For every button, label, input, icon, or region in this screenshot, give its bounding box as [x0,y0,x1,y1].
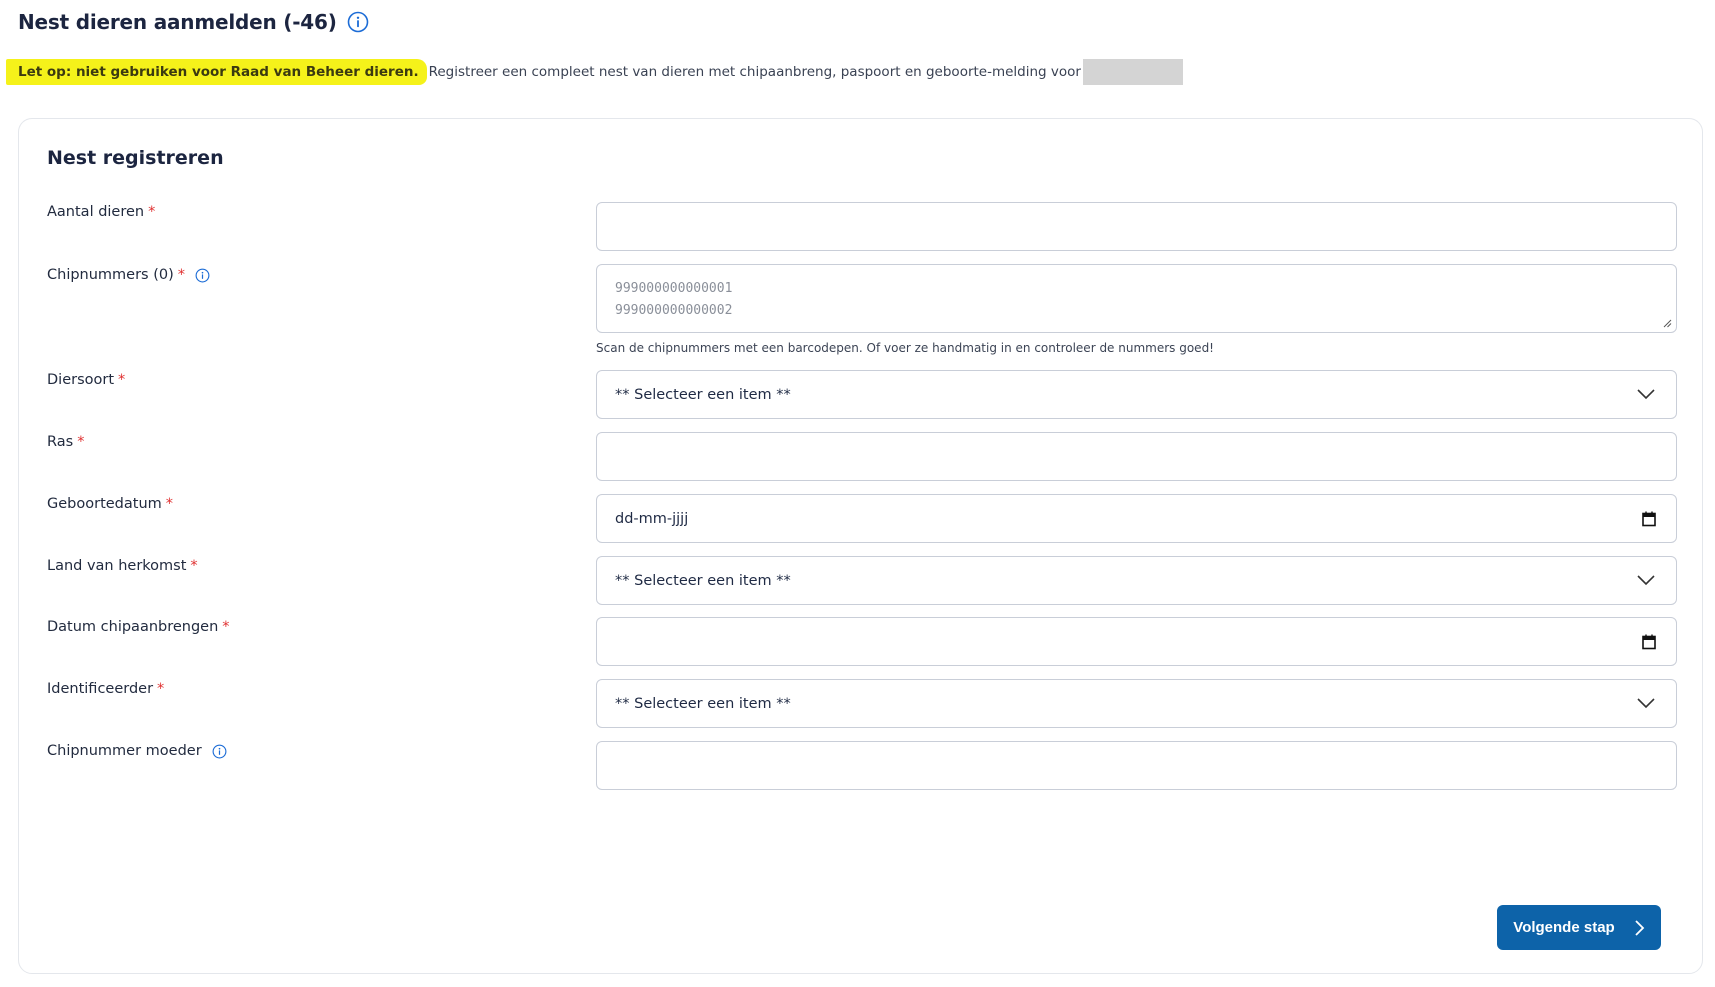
card-title: Nest registreren [47,147,224,169]
required-marker: * [190,558,198,574]
required-marker: * [165,496,174,512]
nest-registration-card: Nest registreren Aantal dieren * Chipnum… [18,118,1703,974]
date-placeholder: dd-mm-jjjj [615,510,689,527]
label-text: Geboortedatum [47,496,162,512]
land-label: Land van herkomst * [47,558,198,574]
required-marker: * [77,434,85,450]
calendar-icon[interactable] [1642,511,1656,527]
label-text: Chipnummer moeder [47,743,202,759]
select-value: ** Selecteer een item ** [615,572,791,589]
placeholder-line: 999000000000001 [615,281,733,296]
chevron-down-icon [1637,698,1655,709]
chipnummers-hint: Scan de chipnummers met een barcodepen. … [596,341,1214,355]
aantal-dieren-label: Aantal dieren * [47,204,155,220]
aantal-dieren-input[interactable] [596,202,1677,251]
notice-warning: Let op: niet gebruiken voor Raad van Beh… [6,59,427,85]
diersoort-label: Diersoort * [47,372,125,388]
required-marker: * [157,681,165,697]
geboortedatum-label: Geboortedatum * [47,496,173,512]
page-title: Nest dieren aanmelden (-46) [18,10,337,34]
land-select[interactable]: ** Selecteer een item ** [596,556,1677,605]
label-text: Chipnummers (0) [47,267,174,283]
diersoort-select[interactable]: ** Selecteer een item ** [596,370,1677,419]
next-step-label: Volgende stap [1513,919,1615,936]
identificeerder-label: Identificeerder * [47,681,164,697]
notice-description: Registreer een compleet nest van dieren … [428,64,1081,80]
notice-banner: Let op: niet gebruiken voor Raad van Beh… [6,57,1183,87]
info-icon[interactable] [195,268,210,283]
redacted-block [1082,59,1183,85]
geboortedatum-date-input[interactable]: dd-mm-jjjj [596,494,1677,543]
label-text: Ras [47,434,74,450]
select-value: ** Selecteer een item ** [615,386,791,403]
info-icon[interactable] [347,11,369,33]
identificeerder-select[interactable]: ** Selecteer een item ** [596,679,1677,728]
chevron-right-icon [1635,919,1644,936]
chip-moeder-input[interactable] [596,741,1677,790]
required-marker: * [222,619,230,635]
chipnummers-label: Chipnummers (0) * [47,267,210,283]
select-value: ** Selecteer een item ** [615,695,791,712]
chevron-down-icon [1637,389,1655,400]
label-text: Identificeerder [47,681,154,697]
label-text: Datum chipaanbrengen [47,619,219,635]
required-marker: * [148,204,156,220]
placeholder-line: 999000000000002 [615,303,733,318]
ras-input[interactable] [596,432,1677,481]
label-text: Diersoort [47,372,115,388]
label-text: Land van herkomst [47,558,187,574]
calendar-icon[interactable] [1642,634,1656,650]
required-marker: * [118,372,126,388]
chipnummers-textarea[interactable]: 999000000000001 999000000000002 [596,264,1677,333]
datum-chip-date-input[interactable] [596,617,1677,666]
label-text: Aantal dieren [47,204,145,220]
next-step-button[interactable]: Volgende stap [1497,905,1661,950]
chip-moeder-label: Chipnummer moeder [47,743,227,759]
chevron-down-icon [1637,575,1655,586]
ras-label: Ras * [47,434,84,450]
resize-handle-icon[interactable] [1662,318,1672,328]
info-icon[interactable] [212,744,227,759]
required-marker: * [177,267,186,283]
datum-chip-label: Datum chipaanbrengen * [47,619,230,635]
page-header: Nest dieren aanmelden (-46) [18,10,369,34]
